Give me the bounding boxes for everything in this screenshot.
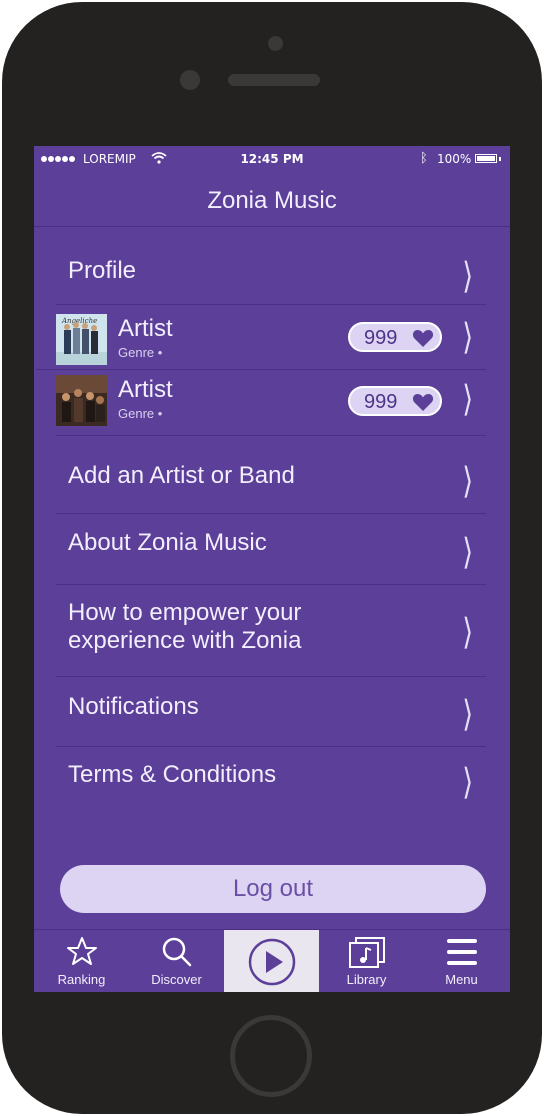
- tab-label: Ranking: [57, 972, 106, 987]
- artist-row-2[interactable]: Artist Genre • 999 ❭: [36, 370, 486, 434]
- menu-item-terms[interactable]: Terms & Conditions ❭: [56, 747, 486, 817]
- artist-thumbnail: [56, 375, 107, 426]
- artist-name: Artist: [118, 315, 173, 342]
- front-camera: [268, 36, 283, 51]
- battery-icon: [475, 154, 501, 163]
- chevron-right-icon: ❭: [460, 316, 475, 354]
- tab-library[interactable]: Library: [319, 930, 414, 992]
- status-bar: LOREMIP 12:45 PM ᛒ 100%: [34, 146, 510, 172]
- artist-thumbnail: Angeliche: [56, 314, 107, 365]
- favorite-count-badge[interactable]: 999: [348, 386, 442, 416]
- chevron-right-icon: ❭: [460, 761, 475, 799]
- artist-genre: Genre •: [118, 406, 163, 421]
- earpiece-speaker: [228, 74, 320, 86]
- heart-icon: [412, 330, 434, 347]
- search-icon: [129, 936, 224, 972]
- chevron-right-icon: ❭: [460, 255, 475, 293]
- chevron-right-icon: ❭: [460, 611, 475, 649]
- menu-item-empower[interactable]: How to empower your experience with Zoni…: [56, 585, 486, 677]
- artist-row-1[interactable]: Angeliche Artist Genre • 999 ❭: [36, 305, 486, 370]
- menu-item-add-artist[interactable]: Add an Artist or Band ❭: [56, 435, 486, 514]
- favorite-count-badge[interactable]: 999: [348, 322, 442, 352]
- bluetooth-icon: ᛒ: [420, 151, 428, 166]
- chevron-right-icon: ❭: [460, 378, 475, 416]
- tab-label: Discover: [151, 972, 202, 987]
- profile-row[interactable]: Profile ❭: [56, 227, 486, 305]
- app-screen: LOREMIP 12:45 PM ᛒ 100% Zonia Music Prof…: [34, 146, 510, 992]
- menu-item-notifications[interactable]: Notifications ❭: [56, 677, 486, 747]
- svg-text:Angeliche: Angeliche: [61, 317, 97, 325]
- artist-genre: Genre •: [118, 345, 163, 360]
- tab-menu[interactable]: Menu: [414, 930, 509, 992]
- profile-label: Profile: [68, 257, 137, 284]
- menu-item-label: How to empower your experience with Zoni…: [68, 599, 302, 654]
- menu-list: Profile ❭ Angeliche Artist Genre • 999 ❭…: [36, 227, 510, 927]
- tab-player[interactable]: [224, 930, 319, 992]
- tab-label: Library: [346, 972, 387, 987]
- menu-item-about[interactable]: About Zonia Music ❭: [56, 513, 486, 585]
- tab-discover[interactable]: Discover: [129, 930, 224, 992]
- favorite-count: 999: [364, 327, 398, 349]
- hamburger-menu-icon: [414, 938, 509, 970]
- menu-item-label: About Zonia Music: [68, 529, 267, 556]
- favorite-count: 999: [364, 391, 398, 413]
- menu-item-label: Add an Artist or Band: [68, 462, 295, 489]
- star-icon: [34, 936, 129, 970]
- navigation-bar: Zonia Music: [34, 172, 510, 227]
- music-library-icon: [319, 936, 414, 972]
- battery-percentage: 100%: [437, 152, 472, 166]
- artist-name: Artist: [118, 376, 173, 403]
- heart-icon: [412, 394, 434, 411]
- tab-label: Menu: [445, 972, 478, 987]
- tab-ranking[interactable]: Ranking: [34, 930, 129, 992]
- page-title: Zonia Music: [207, 187, 337, 214]
- play-icon: [224, 938, 319, 990]
- menu-item-label: Terms & Conditions: [68, 761, 277, 788]
- chevron-right-icon: ❭: [460, 531, 475, 569]
- home-button[interactable]: [230, 1015, 312, 1097]
- chevron-right-icon: ❭: [460, 693, 475, 731]
- menu-item-label: Notifications: [68, 693, 199, 720]
- chevron-right-icon: ❭: [460, 460, 475, 498]
- tab-bar: Ranking Discover Library Menu: [34, 929, 510, 992]
- proximity-sensor: [180, 70, 200, 90]
- logout-button[interactable]: Log out: [60, 865, 486, 913]
